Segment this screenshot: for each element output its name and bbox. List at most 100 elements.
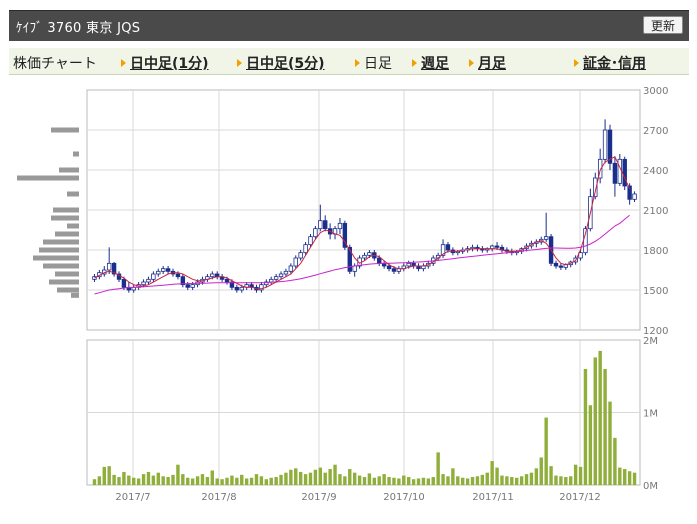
candle-body — [494, 245, 500, 248]
candle-body — [175, 273, 181, 278]
volume-bar — [348, 469, 352, 485]
volume-profile-bar — [71, 292, 79, 298]
triangle-bullet-icon — [121, 59, 126, 67]
candle-body — [121, 278, 127, 288]
volume-bar — [480, 474, 485, 485]
title-bar: ｹｲﾌﾞ 3760 東京 JQS 更新 — [9, 10, 689, 41]
candle-body — [612, 162, 618, 184]
volume-profile-bar — [55, 271, 79, 277]
candle-body — [367, 252, 372, 256]
volume-profile — [17, 127, 79, 298]
candle-body — [106, 262, 112, 271]
volume-bar — [166, 477, 170, 485]
candle-body — [190, 284, 195, 288]
volume-bar — [632, 472, 637, 485]
candle-body — [146, 278, 151, 283]
volume-bar — [559, 476, 563, 485]
date-tick-label: 2017/11 — [472, 492, 514, 503]
volume-bar — [122, 471, 126, 485]
candle-body — [313, 228, 318, 238]
candle-body — [386, 265, 392, 270]
volume-bar — [367, 473, 372, 485]
refresh-button[interactable]: 更新 — [642, 16, 683, 34]
volume-bar — [107, 466, 111, 485]
volume-bar — [127, 475, 131, 485]
volume-profile-bar — [51, 215, 79, 221]
volume-bar — [156, 472, 160, 485]
volume-bar — [524, 474, 529, 485]
volume-bar — [132, 477, 136, 485]
candle-body — [298, 252, 303, 259]
volume-bar — [397, 478, 401, 485]
volume-bar — [313, 469, 318, 485]
price-tick-label: 2700 — [643, 126, 668, 137]
volume-bar — [470, 477, 475, 485]
volume-bar — [259, 476, 264, 485]
triangle-bullet-icon — [412, 59, 417, 67]
volume-bar — [475, 476, 480, 485]
price-tick-label: 2100 — [643, 206, 668, 217]
volume-bar — [598, 350, 602, 485]
nav-intraday-5min[interactable]: 日中足(5分) — [237, 53, 325, 73]
volume-bar — [117, 477, 121, 485]
volume-bar — [249, 477, 254, 485]
candle-body — [224, 278, 230, 283]
volume-bar — [490, 461, 494, 485]
volume-bar — [225, 477, 229, 485]
candle-body — [234, 286, 240, 291]
volume-bar — [446, 476, 450, 485]
volume-bar — [254, 474, 259, 485]
volume-bar — [308, 472, 313, 485]
candle-body — [337, 222, 343, 230]
volume-bar — [372, 477, 377, 485]
volume-bar — [303, 474, 308, 485]
volume-profile-bar — [43, 263, 79, 269]
candle-body — [362, 254, 367, 259]
volume-profile-bar — [39, 247, 79, 253]
volume-bar — [608, 401, 612, 485]
volume-bar — [431, 477, 435, 485]
volume-bar — [519, 476, 524, 485]
volume-bar — [534, 468, 539, 485]
volume-bar — [515, 477, 519, 485]
volume-profile-bar — [55, 231, 79, 237]
volume-bar — [623, 469, 627, 485]
volume-bar — [323, 472, 327, 485]
triangle-bullet-icon — [574, 59, 579, 67]
volume-bar — [151, 475, 156, 485]
volume-bar — [456, 476, 460, 485]
volume-bar — [451, 468, 455, 485]
price-tick-label: 1500 — [643, 286, 668, 297]
volume-bar — [485, 472, 489, 485]
volume-profile-bar — [33, 255, 79, 261]
candle-body — [323, 220, 328, 230]
candle-body — [273, 276, 279, 280]
volume-bar — [318, 467, 323, 485]
candle-body — [239, 286, 244, 291]
nav-margin-credit[interactable]: 証金･信用 — [574, 53, 646, 73]
candle-body — [293, 257, 298, 267]
volume-bar — [171, 474, 175, 485]
nav-intraday-1min[interactable]: 日中足(1分) — [121, 53, 209, 73]
volume-bar — [294, 468, 298, 485]
volume-bar — [510, 477, 514, 485]
nav-daily: 日足 — [355, 53, 392, 73]
volume-bar — [500, 475, 504, 485]
candle-body — [165, 268, 171, 272]
candle-body — [141, 281, 146, 286]
candle-body — [269, 278, 274, 283]
volume-bar — [465, 478, 470, 485]
volume-bar — [387, 477, 391, 485]
volume-bar — [200, 474, 205, 485]
volume-profile-bar — [59, 167, 79, 173]
candle-body — [185, 284, 190, 288]
triangle-bullet-icon — [469, 59, 474, 67]
volume-bar — [627, 471, 632, 485]
volume-bar — [382, 474, 386, 485]
nav-monthly[interactable]: 月足 — [469, 53, 506, 73]
volume-bar — [564, 477, 568, 485]
nav-weekly[interactable]: 週足 — [412, 53, 449, 73]
volume-tick-label: 2M — [643, 336, 658, 347]
volume-bar — [495, 467, 499, 485]
page-title: ｹｲﾌﾞ 3760 東京 JQS — [16, 21, 141, 36]
